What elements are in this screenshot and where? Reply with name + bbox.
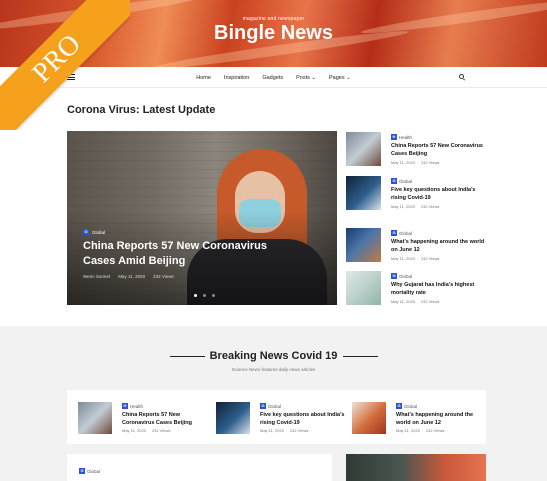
post-title[interactable]: What's happening around the world on Jun… xyxy=(396,411,486,427)
nav-item-posts[interactable]: Posts ⌄ xyxy=(296,75,316,81)
post-meta: May 11, 2020 232 Views xyxy=(396,428,444,433)
category-icon: G xyxy=(83,229,89,235)
post-meta: May 11, 2020 232 Views xyxy=(391,256,439,261)
category-label: Global xyxy=(399,178,413,184)
post-category[interactable]: G Global xyxy=(260,403,281,409)
post-category[interactable]: G Global xyxy=(396,403,417,409)
hero-title[interactable]: China Reports 57 New Coronavirus Cases A… xyxy=(83,239,283,269)
post-thumbnail[interactable] xyxy=(346,228,381,262)
hero-author[interactable]: Wenn Sonnet xyxy=(83,274,110,279)
post-category[interactable]: H Health xyxy=(391,134,412,140)
post-title[interactable]: China Reports 57 New Coronavirus Cases B… xyxy=(122,411,212,427)
category-label: Global xyxy=(92,229,106,235)
category-label: Global xyxy=(399,273,413,279)
bottom-post-card[interactable]: G Global xyxy=(67,454,332,481)
post-views: 232 Views xyxy=(420,160,440,165)
breaking-card-row: H Health China Reports 57 New Coronaviru… xyxy=(67,390,486,444)
post-category[interactable]: H Health xyxy=(122,403,143,409)
category-icon: G xyxy=(391,230,397,236)
post-title[interactable]: Five key questions about India's rising … xyxy=(260,411,350,427)
category-label: Health xyxy=(399,134,413,140)
post-meta: May 11, 2020 232 Views xyxy=(391,204,439,209)
category-icon: G xyxy=(391,178,397,184)
list-item[interactable]: G Global Five key questions about India'… xyxy=(216,402,346,434)
pro-ribbon: PRO xyxy=(0,0,130,130)
bottom-post-image[interactable] xyxy=(346,454,486,481)
category-icon: H xyxy=(391,134,397,140)
hero-meta: Wenn Sonnet May 11, 2020 232 Views xyxy=(83,274,174,279)
category-icon: G xyxy=(396,403,402,409)
nav-item-home[interactable]: Home xyxy=(196,75,211,81)
post-title[interactable]: China Reports 57 New Coronavirus Cases B… xyxy=(391,142,486,158)
category-label: Health xyxy=(130,403,144,409)
post-date: May 11, 2020 xyxy=(260,428,284,433)
post-category[interactable]: G Global xyxy=(391,178,412,184)
post-title[interactable]: Why Gujarat has India's highest mortalit… xyxy=(391,281,486,297)
post-category[interactable]: G Global xyxy=(79,468,100,474)
category-label: Global xyxy=(87,468,101,474)
post-views: 232 Views xyxy=(420,204,440,209)
slider-dots xyxy=(194,294,215,297)
post-thumbnail[interactable] xyxy=(346,132,381,166)
category-icon: G xyxy=(260,403,266,409)
category-label: Global xyxy=(268,403,282,409)
post-views: 232 Views xyxy=(151,428,171,433)
post-meta: May 11, 2020 232 Views xyxy=(391,299,439,304)
post-category[interactable]: G Global xyxy=(391,273,412,279)
category-icon: G xyxy=(391,273,397,279)
hero-date: May 11, 2020 xyxy=(118,274,146,279)
nav-item-pages[interactable]: Pages ⌄ xyxy=(329,75,351,81)
list-item[interactable]: H Health China Reports 57 New Coronaviru… xyxy=(78,402,208,434)
post-title[interactable]: Five key questions about India's rising … xyxy=(391,186,486,202)
post-views: 232 Views xyxy=(420,299,440,304)
post-views: 232 Views xyxy=(425,428,445,433)
post-meta: May 11, 2020 232 Views xyxy=(391,160,439,165)
post-views: 232 Views xyxy=(420,256,440,261)
post-date: May 11, 2020 xyxy=(391,299,415,304)
post-date: May 11, 2020 xyxy=(122,428,146,433)
list-item[interactable]: G Global What's happening around the wor… xyxy=(352,402,482,434)
list-item[interactable]: G Global Why Gujarat has India's highest… xyxy=(346,271,486,305)
post-thumbnail[interactable] xyxy=(346,176,381,210)
post-date: May 11, 2020 xyxy=(391,204,415,209)
list-item[interactable]: G Global What's happening around the wor… xyxy=(346,228,486,262)
category-label: Global xyxy=(404,403,418,409)
pro-ribbon-label: PRO xyxy=(0,0,130,130)
category-label: Global xyxy=(399,230,413,236)
category-icon: G xyxy=(79,468,85,474)
list-item[interactable]: G Global Five key questions about India'… xyxy=(346,176,486,210)
post-date: May 11, 2020 xyxy=(391,160,415,165)
post-meta: May 11, 2020 232 Views xyxy=(122,428,170,433)
post-thumbnail[interactable] xyxy=(352,402,386,434)
post-meta: May 11, 2020 232 Views xyxy=(260,428,308,433)
slider-dot[interactable] xyxy=(212,294,215,297)
nav-item-gadgets[interactable]: Gadgets xyxy=(262,75,283,81)
post-date: May 11, 2020 xyxy=(396,428,420,433)
list-item[interactable]: H Health China Reports 57 New Coronaviru… xyxy=(346,132,486,166)
search-icon[interactable] xyxy=(459,74,464,79)
slider-dot[interactable] xyxy=(194,294,197,297)
breaking-title: Breaking News Covid 19 xyxy=(209,350,338,362)
post-views: 232 Views xyxy=(289,428,309,433)
hero-slide[interactable]: G Global China Reports 57 New Coronaviru… xyxy=(67,131,337,305)
post-thumbnail[interactable] xyxy=(346,271,381,305)
breaking-subtitle: Science News features daily news article… xyxy=(231,367,316,372)
nav-item-inspiration[interactable]: Inspiration xyxy=(224,75,249,81)
post-thumbnail[interactable] xyxy=(78,402,112,434)
post-title[interactable]: What's happening around the world on Jun… xyxy=(391,238,486,254)
slider-dot[interactable] xyxy=(203,294,206,297)
post-category[interactable]: G Global xyxy=(391,230,412,236)
post-thumbnail[interactable] xyxy=(216,402,250,434)
hero-views: 232 Views xyxy=(153,274,174,279)
hero-category[interactable]: G Global xyxy=(83,229,105,235)
category-icon: H xyxy=(122,403,128,409)
post-date: May 11, 2020 xyxy=(391,256,415,261)
